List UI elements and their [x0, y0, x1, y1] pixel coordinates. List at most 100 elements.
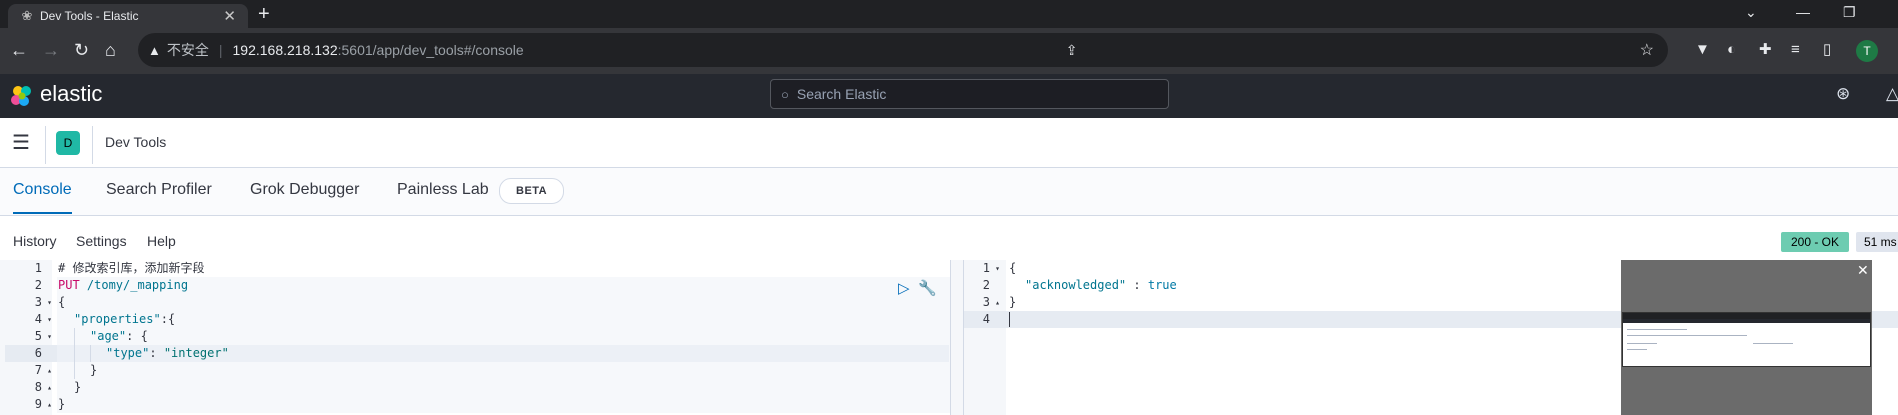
thumbnail-detail [1627, 329, 1687, 330]
restore-window-icon[interactable]: ❐ [1843, 4, 1856, 21]
brand-name[interactable]: elastic [40, 81, 102, 107]
fold-marker-icon[interactable]: ▴ [44, 396, 52, 413]
extension-v-icon[interactable]: ▼ [1695, 42, 1710, 58]
search-placeholder: Search Elastic [796, 86, 887, 102]
thumbnail-detail [1753, 343, 1793, 344]
tab-console[interactable]: Console [13, 181, 72, 214]
line-number: 6 [34, 346, 42, 360]
tab-search-profiler[interactable]: Search Profiler [106, 181, 212, 212]
preview-thumbnail[interactable] [1622, 312, 1871, 367]
code-line: { [1009, 261, 1017, 275]
news-feed-icon[interactable]: △ [1886, 84, 1898, 104]
request-url: /tomy/_mapping [79, 278, 189, 292]
line-number: 3 [982, 295, 990, 309]
http-method: PUT [58, 278, 80, 292]
help-link[interactable]: Help [147, 233, 176, 249]
json-key: "properties" [74, 312, 161, 326]
side-panel-icon[interactable]: ▯ [1823, 42, 1831, 58]
bookmark-star-icon[interactable]: ☆ [1640, 40, 1654, 60]
json-punct: : [1126, 278, 1148, 292]
thumbnail-detail [1627, 343, 1657, 344]
json-punct: :{ [160, 312, 176, 326]
indent-guide [90, 345, 91, 362]
settings-link[interactable]: Settings [76, 233, 127, 249]
media-control-icon[interactable]: ≡ [1791, 42, 1800, 58]
line-number: 4 [34, 312, 42, 326]
code-line: } [90, 363, 98, 377]
line-number: 1 [982, 261, 990, 275]
minimize-window-icon[interactable]: — [1796, 4, 1810, 20]
line-number: 3 [34, 295, 42, 309]
extension-circle-icon[interactable]: ◐ [1727, 42, 1736, 58]
header-divider [45, 126, 46, 164]
code-line-request: PUT /tomy/_mapping [58, 277, 188, 294]
share-icon[interactable]: ⇪ [1066, 42, 1078, 59]
forward-icon[interactable]: → [42, 40, 60, 60]
extensions-puzzle-icon[interactable]: ✚ [1759, 42, 1772, 58]
json-bool-value: true [1147, 278, 1177, 292]
line-number: 2 [34, 278, 42, 292]
fold-marker-icon[interactable]: ▴ [44, 362, 52, 379]
json-punct: : { [126, 329, 148, 343]
fold-marker-icon[interactable]: ▾ [44, 294, 52, 311]
browser-tab[interactable]: ❀ Dev Tools - Elastic ✕ [8, 4, 248, 28]
address-bar[interactable]: ▲ 不安全 | 192.168.218.132 :5601/app/dev_to… [138, 33, 1668, 67]
wrench-icon[interactable]: 🔧 [918, 279, 937, 297]
elastic-favicon-icon: ❀ [21, 8, 33, 23]
history-link[interactable]: History [13, 233, 57, 249]
request-time-badge: 51 ms [1856, 232, 1898, 252]
thumbnail-detail [1627, 349, 1647, 350]
breadcrumb: Dev Tools [105, 134, 167, 150]
thumbnail-header [1623, 319, 1870, 323]
help-menu-icon[interactable]: ⊛ [1836, 84, 1850, 104]
space-avatar[interactable]: D [56, 131, 80, 155]
json-punct: : [149, 346, 164, 360]
beta-badge: BETA [499, 178, 565, 204]
url-path: :5601/app/dev_tools#/console [337, 42, 524, 58]
tab-search-icon[interactable]: ⌄ [1745, 4, 1757, 21]
line-number: 1 [34, 261, 42, 275]
line-number: 9 [34, 397, 42, 411]
code-line-active: "type": "integer" [106, 345, 229, 362]
global-search-input[interactable]: ○ Search Elastic [770, 79, 1169, 109]
status-badge: 200 - OK [1781, 232, 1850, 252]
code-line: } [74, 380, 82, 394]
home-icon[interactable]: ⌂ [105, 40, 116, 60]
tab-grok-debugger[interactable]: Grok Debugger [250, 181, 359, 212]
back-icon[interactable]: ← [10, 40, 28, 60]
editor-resizer[interactable] [950, 260, 964, 415]
insecure-label: 不安全 [166, 42, 209, 58]
json-key: "acknowledged" [1025, 278, 1127, 292]
new-tab-button[interactable]: + [258, 4, 270, 24]
code-line: "age": { [90, 328, 148, 345]
line-number: 4 [982, 312, 990, 326]
breadcrumb-bar [0, 118, 1898, 168]
reload-icon[interactable]: ↻ [74, 40, 89, 60]
text-cursor [1009, 312, 1010, 327]
json-key: "type" [106, 346, 150, 360]
fold-marker-icon[interactable]: ▴ [44, 379, 52, 396]
search-icon: ○ [781, 86, 789, 102]
request-editor[interactable]: 1 2 3 4 5 6 7 8 9 ▾ ▾ ▾ ▴ ▴ ▴ # 修改索引库，添加… [0, 260, 950, 415]
browser-tab-title: Dev Tools - Elastic [40, 9, 139, 23]
close-tab-icon[interactable]: ✕ [223, 7, 236, 25]
tab-painless-lab[interactable]: Painless Lab [397, 181, 489, 212]
menu-toggle-icon[interactable]: ☰ [12, 133, 30, 153]
send-request-icon[interactable]: ▷ [898, 279, 910, 297]
code-line: { [58, 295, 66, 309]
warning-icon: ▲ [148, 42, 161, 58]
fold-marker-icon[interactable]: ▾ [992, 260, 1000, 277]
elastic-logo-icon[interactable] [10, 84, 34, 108]
url-host: 192.168.218.132 [232, 42, 338, 58]
code-line: } [58, 397, 66, 411]
profile-avatar[interactable]: T [1856, 40, 1878, 62]
fold-marker-icon[interactable]: ▾ [44, 311, 52, 328]
json-string-value: "integer" [163, 346, 229, 360]
fold-marker-icon[interactable]: ▴ [992, 294, 1000, 311]
line-number: 8 [34, 380, 42, 394]
fold-marker-icon[interactable]: ▾ [44, 328, 52, 345]
line-number: 7 [34, 363, 42, 377]
code-line-comment: # 修改索引库，添加新字段 [58, 261, 205, 275]
indent-guide [74, 328, 75, 379]
close-preview-icon[interactable]: ✕ [1857, 262, 1869, 279]
